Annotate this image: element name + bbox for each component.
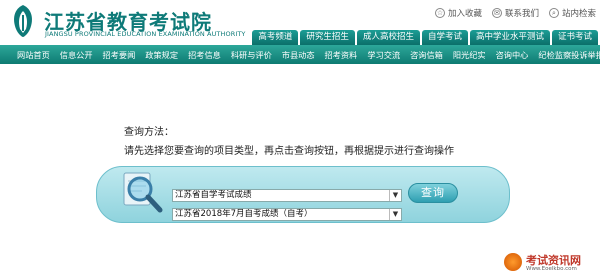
watermark-badge: 考试资讯网 Www.Eoelkbo.com xyxy=(504,250,594,276)
star-icon: ☆ xyxy=(434,8,445,18)
nav-item-news[interactable]: 招考要闻 xyxy=(98,49,141,61)
tab-adult-college[interactable]: 成人高校招生 xyxy=(356,30,420,45)
watermark-url: Www.Eoelkbo.com xyxy=(526,266,577,272)
watermark-logo-icon xyxy=(504,253,522,271)
query-instructions: 请先选择您要查询的项目类型，再点击查询按钮，再根据提示进行查询操作 xyxy=(124,146,454,157)
tab-academic-test[interactable]: 高中学业水平测试 xyxy=(469,30,550,45)
exam-type-value: 江苏省自学考试成绩 xyxy=(175,190,252,200)
site-search-label: 站内检索 xyxy=(561,9,596,19)
top-links: ☆ 加入收藏 ✉ 联系我们 ⌕ 站内检索 xyxy=(434,7,596,19)
exam-session-value: 江苏省2018年7月自考成绩（自考） xyxy=(175,209,313,219)
nav-item-city-news[interactable]: 市县动态 xyxy=(277,49,320,61)
channel-tabs: 高考频道 研究生招生 成人高校招生 自学考试 高中学业水平测试 证书考试 xyxy=(252,30,598,45)
nav-item-complaint[interactable]: 纪检监察投诉举报 xyxy=(533,49,600,61)
tab-certificate[interactable]: 证书考试 xyxy=(551,30,598,45)
site-header: 江苏省教育考试院 JIANGSU PROVINCIAL EDUCATION EX… xyxy=(0,0,600,45)
nav-item-research[interactable]: 科研与评价 xyxy=(226,49,277,61)
logo-emblem-icon xyxy=(14,5,32,37)
query-method-title: 查询方法： xyxy=(124,127,174,138)
nav-item-disclosure[interactable]: 信息公开 xyxy=(55,49,98,61)
site-logo-subtitle: JIANGSU PROVINCIAL EDUCATION EXAMINATION… xyxy=(45,30,246,38)
nav-item-policy[interactable]: 政策规定 xyxy=(140,49,183,61)
contact-us-link[interactable]: ✉ 联系我们 xyxy=(491,7,539,19)
nav-item-exchange[interactable]: 学习交流 xyxy=(362,49,405,61)
contact-icon: ✉ xyxy=(491,8,502,18)
tab-graduate[interactable]: 研究生招生 xyxy=(300,30,355,45)
nav-item-home[interactable]: 网站首页 xyxy=(12,49,55,61)
tab-gaokao[interactable]: 高考频道 xyxy=(252,30,299,45)
nav-item-exam-info[interactable]: 招考信息 xyxy=(183,49,226,61)
main-nav: 网站首页 信息公开 招考要闻 政策规定 招考信息 科研与评价 市县动态 招考资料… xyxy=(0,45,600,64)
nav-item-sunshine[interactable]: 阳光纪实 xyxy=(448,49,491,61)
query-button[interactable]: 查询 xyxy=(408,183,458,203)
nav-item-consult[interactable]: 咨询中心 xyxy=(491,49,534,61)
nav-item-mailbox[interactable]: 咨询信箱 xyxy=(405,49,448,61)
site-search-link[interactable]: ⌕ 站内检索 xyxy=(548,7,596,19)
search-icon: ⌕ xyxy=(548,8,559,18)
nav-item-materials[interactable]: 招考资料 xyxy=(320,49,363,61)
add-favorite-label: 加入收藏 xyxy=(447,9,482,19)
tab-self-study[interactable]: 自学考试 xyxy=(421,30,468,45)
chevron-down-icon: ▼ xyxy=(389,209,401,220)
magnifier-icon xyxy=(123,172,163,213)
exam-session-select[interactable]: 江苏省2018年7月自考成绩（自考） ▼ xyxy=(172,208,402,221)
add-favorite-link[interactable]: ☆ 加入收藏 xyxy=(434,7,482,19)
exam-type-select[interactable]: 江苏省自学考试成绩 ▼ xyxy=(172,189,402,202)
chevron-down-icon: ▼ xyxy=(389,190,401,201)
contact-us-label: 联系我们 xyxy=(504,9,539,19)
